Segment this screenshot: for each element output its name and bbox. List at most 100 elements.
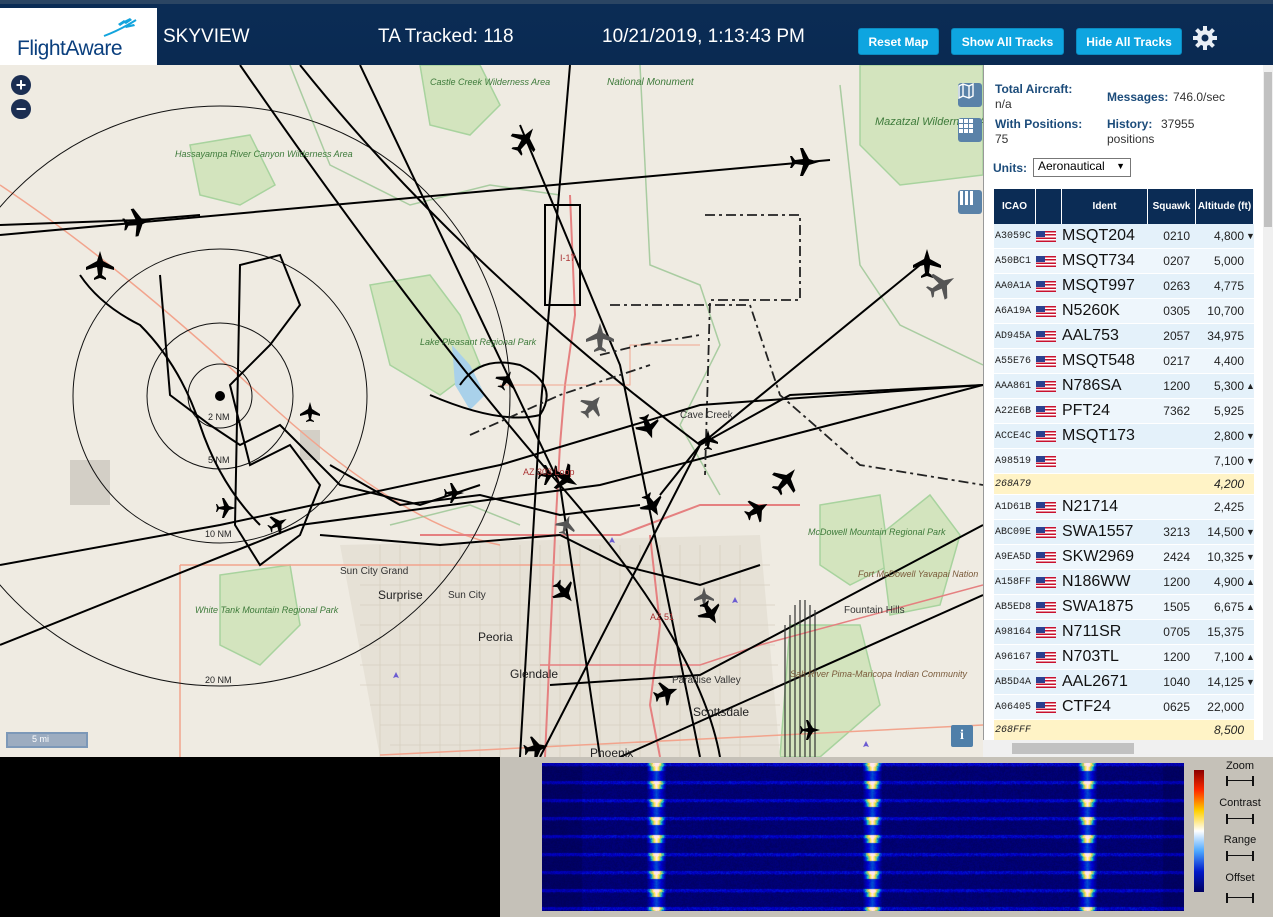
units-select[interactable]: Aeronautical ▼ <box>1033 158 1131 177</box>
cell-flag <box>1036 255 1062 267</box>
history-unit: positions <box>1107 132 1155 146</box>
zoom-out-button[interactable]: − <box>11 99 31 119</box>
reset-map-button[interactable]: Reset Map <box>858 28 939 55</box>
place-cave-creek: Cave Creek <box>680 410 734 421</box>
table-row[interactable]: A98164 N711SR 0705 15,375 <box>994 620 1254 645</box>
table-row[interactable]: A98519 7,100 ▼ <box>994 449 1255 474</box>
table-row[interactable]: ABC09E SWA1557 3213 14,500 ▼ <box>994 520 1255 545</box>
cell-altitude: 4,775 <box>1213 279 1244 293</box>
cell-squawk: 0305 <box>1163 304 1190 318</box>
table-row[interactable]: A9EA5D SKW2969 2424 10,325 ▼ <box>994 545 1255 570</box>
grid-icon[interactable] <box>958 118 982 142</box>
cell-icao: 268FFF <box>995 724 1032 736</box>
cell-altitude: 22,000 <box>1207 700 1244 714</box>
range-label-20nm: 20 NM <box>205 675 232 685</box>
table-row[interactable]: A158FF N186WW 1200 4,900 ▲ <box>994 570 1255 595</box>
table-row[interactable]: A55E76 MSQT548 0217 4,400 <box>994 349 1254 374</box>
with-positions-value: 75 <box>995 132 1009 146</box>
table-row[interactable]: ACCE4C MSQT173 2,800 ▼ <box>994 424 1255 449</box>
horizontal-scroll-thumb[interactable] <box>1012 743 1134 754</box>
col-flag[interactable] <box>1036 189 1062 224</box>
columns-icon[interactable] <box>958 190 982 214</box>
table-row[interactable]: A50BC1 MSQT734 0207 5,000 <box>994 249 1254 274</box>
history-value: 37955 <box>1161 117 1195 131</box>
cell-trend: ▲ <box>1246 602 1255 612</box>
vertical-scroll-thumb[interactable] <box>1264 72 1272 227</box>
table-row[interactable]: AA0A1A MSQT997 0263 4,775 <box>994 274 1254 299</box>
map-canvas[interactable]: 2 NM 5 NM 10 NM 20 NM Castle Creek Wilde… <box>0 65 983 757</box>
cell-ident: N186WW <box>1062 573 1131 590</box>
cell-squawk: 1200 <box>1163 650 1190 664</box>
table-row[interactable]: AB5D4A AAL2671 1040 14,125 ▼ <box>994 670 1255 695</box>
cell-icao: AAA861 <box>995 380 1032 392</box>
table-row[interactable]: AAA861 N786SA 1200 5,300 ▲ <box>994 374 1255 399</box>
us-flag-icon <box>1036 230 1056 242</box>
range-slider[interactable] <box>1226 851 1254 861</box>
place-sun-city-grand: Sun City Grand <box>340 566 408 577</box>
cell-flag <box>1036 526 1062 538</box>
bottom-left-panel <box>0 757 500 917</box>
info-button[interactable]: i <box>951 725 973 747</box>
map-layers-icon[interactable] <box>958 83 982 107</box>
cell-flag <box>1036 405 1062 417</box>
flightaware-logo[interactable]: FlightAware <box>0 8 157 69</box>
cell-flag <box>1036 701 1062 713</box>
cell-altitude: 6,675 <box>1213 600 1244 614</box>
cell-ident: N5260K <box>1062 302 1120 319</box>
col-icao[interactable]: ICAO <box>994 189 1036 224</box>
cell-altitude: 34,975 <box>1207 329 1244 343</box>
table-row[interactable]: A06405 CTF24 0625 22,000 <box>994 695 1254 720</box>
cell-ident: SKW2969 <box>1062 548 1135 565</box>
offset-slider[interactable] <box>1226 893 1254 903</box>
cell-altitude: 7,100 <box>1213 454 1244 468</box>
total-aircraft-value: n/a <box>995 97 1012 111</box>
table-row[interactable]: A1D61B N21714 2,425 <box>994 495 1254 520</box>
offset-label: Offset <box>1225 872 1255 884</box>
cell-trend: ▲ <box>1246 381 1255 391</box>
col-ident[interactable]: Ident <box>1062 189 1148 224</box>
cell-flag <box>1036 230 1062 242</box>
place-hassayampa: Hassayampa River Canyon Wilderness Area <box>175 149 353 159</box>
cell-ident: AAL2671 <box>1062 673 1128 690</box>
contrast-slider[interactable] <box>1226 814 1254 824</box>
spectrum-waterfall[interactable] <box>542 763 1184 911</box>
place-fort-mcdowell: Fort McDowell Yavapai Nation <box>858 569 978 579</box>
zoom-in-button[interactable]: + <box>11 75 31 95</box>
col-squawk[interactable]: Squawk <box>1148 189 1196 224</box>
cell-icao: A98164 <box>995 626 1032 638</box>
cell-altitude: 2,425 <box>1213 500 1244 514</box>
cell-altitude: 14,125 <box>1207 675 1244 689</box>
table-row[interactable]: 268FFF 8,500 <box>994 720 1254 741</box>
gear-icon[interactable] <box>1192 25 1218 51</box>
table-row[interactable]: AD945A AAL753 2057 34,975 <box>994 324 1254 349</box>
map-view[interactable]: 2 NM 5 NM 10 NM 20 NM Castle Creek Wilde… <box>0 65 983 757</box>
range-label-5nm: 5 NM <box>208 455 230 465</box>
table-row[interactable]: AB5ED8 SWA1875 1505 6,675 ▲ <box>994 595 1255 620</box>
cell-icao: AD945A <box>995 330 1032 342</box>
cell-squawk: 7362 <box>1163 404 1190 418</box>
table-row[interactable]: 268A79 4,200 <box>994 474 1254 495</box>
cell-flag <box>1036 330 1062 342</box>
table-row[interactable]: A96167 N703TL 1200 7,100 ▲ <box>994 645 1255 670</box>
dashed-tracks <box>469 214 983 486</box>
cell-icao: AB5ED8 <box>995 601 1032 613</box>
cell-ident: MSQT173 <box>1062 427 1135 444</box>
cell-icao: A55E76 <box>995 355 1032 367</box>
cell-altitude: 7,100 <box>1213 650 1244 664</box>
cell-trend: ▲ <box>1246 577 1255 587</box>
show-all-tracks-button[interactable]: Show All Tracks <box>951 28 1064 55</box>
zoom-slider[interactable] <box>1226 776 1254 786</box>
cell-ident: N786SA <box>1062 377 1122 394</box>
table-row[interactable]: A22E6B PFT24 7362 5,925 <box>994 399 1254 424</box>
aircraft-sidebar: Total Aircraft: n/a Messages: 746.0/sec … <box>983 65 1273 757</box>
table-row[interactable]: A3059C MSQT204 0210 4,800 ▼ <box>994 224 1255 249</box>
cell-altitude: 4,200 <box>1213 477 1244 491</box>
cell-flag <box>1036 455 1062 467</box>
col-altitude[interactable]: Altitude (ft) <box>1196 189 1254 224</box>
cell-squawk: 0207 <box>1163 254 1190 268</box>
cell-flag <box>1036 280 1062 292</box>
cell-icao: AA0A1A <box>995 280 1032 292</box>
hide-all-tracks-button[interactable]: Hide All Tracks <box>1076 28 1182 55</box>
table-row[interactable]: A6A19A N5260K 0305 10,700 <box>994 299 1254 324</box>
us-flag-icon <box>1036 355 1056 367</box>
